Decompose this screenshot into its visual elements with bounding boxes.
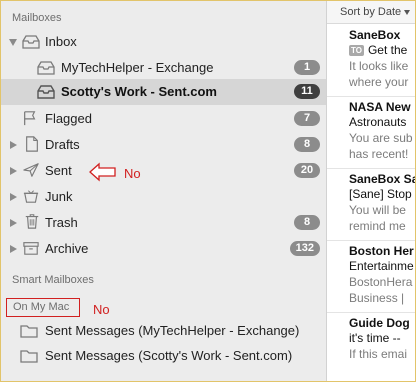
sidebar-item-label: Flagged	[45, 111, 92, 126]
sidebar-item-junk[interactable]: Junk	[1, 184, 326, 210]
document-icon	[26, 136, 38, 152]
flag-icon	[24, 111, 36, 126]
message-preview: BostonHera	[349, 275, 413, 289]
message-item[interactable]: SaneBox TO Get the It looks like where yo…	[327, 24, 415, 97]
count-badge: 7	[294, 111, 320, 126]
count-badge: 8	[294, 137, 320, 152]
inbox-tray-icon	[22, 35, 40, 49]
count-badge: 132	[289, 241, 320, 256]
sort-by-date-button[interactable]: Sort by Date	[327, 1, 415, 24]
sort-label: Sort by Date	[340, 6, 402, 18]
sidebar-item-trash[interactable]: Trash 8	[1, 210, 326, 236]
message-item[interactable]: NASA New Astronauts You are sub has rece…	[327, 96, 415, 169]
disclosure-triangle-icon[interactable]	[10, 167, 17, 175]
sidebar-item-label: MyTechHelper - Exchange	[61, 60, 214, 75]
message-sender: Boston Her	[349, 244, 414, 258]
chevron-down-icon	[404, 9, 411, 15]
sidebar-item-flagged[interactable]: Flagged 7	[1, 106, 326, 132]
disclosure-triangle-icon[interactable]	[9, 39, 17, 46]
sidebar-item-label: Junk	[45, 189, 73, 204]
trash-icon	[25, 214, 39, 229]
message-preview: It looks like	[349, 59, 409, 73]
message-item[interactable]: Guide Dog it's time -- If this emai	[327, 312, 415, 381]
mailboxes-header: Mailboxes	[12, 12, 62, 24]
message-sender: Guide Dog	[349, 316, 410, 330]
disclosure-triangle-icon[interactable]	[10, 193, 17, 201]
mail-window: Mailboxes Inbox MyTechHelper - Exchange …	[0, 0, 416, 382]
message-sender: SaneBox	[349, 28, 401, 42]
sidebar-item-archive[interactable]: Archive 132	[1, 236, 326, 262]
message-preview: where your	[349, 75, 409, 89]
message-subject: Astronauts	[349, 115, 407, 129]
unread-count-badge: 11	[294, 84, 320, 99]
mailbox-sidebar: Mailboxes Inbox MyTechHelper - Exchange …	[1, 1, 327, 381]
count-badge: 20	[294, 163, 320, 178]
on-my-mac-annotation-note: No	[93, 302, 110, 317]
sidebar-item-label: Sent	[45, 163, 72, 178]
disclosure-triangle-icon[interactable]	[10, 245, 17, 253]
folder-icon	[20, 350, 38, 363]
message-sender: NASA New	[349, 100, 411, 114]
message-sender: SaneBox Sa	[349, 172, 415, 186]
message-preview: remind me	[349, 219, 406, 233]
sidebar-item-drafts[interactable]: Drafts 8	[1, 132, 326, 158]
inbox-tray-icon	[37, 85, 55, 99]
on-my-mac-header: On My Mac	[6, 298, 80, 317]
disclosure-triangle-icon[interactable]	[10, 141, 17, 149]
sidebar-item-label: Scotty's Work - Sent.com	[61, 84, 217, 99]
count-badge: 8	[294, 215, 320, 230]
unread-count-badge: 1	[294, 60, 320, 75]
sidebar-item-inbox-scottys-work[interactable]: Scotty's Work - Sent.com 11	[1, 79, 326, 105]
sidebar-item-label: Archive	[45, 241, 89, 256]
annotation-arrow-icon	[89, 162, 116, 182]
sent-annotation-note: No	[124, 166, 141, 181]
sidebar-item-label: Sent Messages (Scotty's Work - Sent.com)	[45, 348, 293, 363]
message-preview: You are sub	[349, 131, 413, 145]
sidebar-item-label: Drafts	[45, 137, 80, 152]
message-subject-line: TO Get the	[349, 43, 407, 57]
sidebar-item-sent[interactable]: Sent 20	[1, 158, 326, 184]
smart-mailboxes-header: Smart Mailboxes	[12, 274, 94, 286]
message-preview: Business |	[349, 291, 405, 305]
message-subject: it's time --	[349, 331, 401, 345]
to-badge: TO	[349, 45, 364, 56]
message-preview: If this emai	[349, 347, 408, 361]
message-item[interactable]: SaneBox Sa [Sane] Stop You will be remin…	[327, 168, 415, 241]
message-subject: Entertainme	[349, 259, 414, 273]
sidebar-item-label: Trash	[45, 215, 78, 230]
archive-box-icon	[23, 242, 39, 255]
message-list: Sort by Date SaneBox TO Get the It looks …	[327, 1, 415, 381]
message-preview: has recent!	[349, 147, 409, 161]
sidebar-item-inbox-mytechhelper[interactable]: MyTechHelper - Exchange 1	[1, 55, 326, 81]
sidebar-item-label: Sent Messages (MyTechHelper - Exchange)	[45, 323, 300, 338]
paper-plane-icon	[23, 163, 39, 177]
junk-bin-icon	[23, 190, 39, 203]
sidebar-item-sent-messages-scottys-work[interactable]: Sent Messages (Scotty's Work - Sent.com)	[1, 343, 326, 369]
sidebar-item-label: Inbox	[45, 34, 77, 49]
message-item[interactable]: Boston Her Entertainme BostonHera Busine…	[327, 240, 415, 313]
sidebar-item-inbox[interactable]: Inbox	[1, 29, 326, 55]
message-subject: [Sane] Stop	[349, 187, 412, 201]
folder-icon	[20, 325, 38, 338]
disclosure-triangle-icon[interactable]	[10, 219, 17, 227]
sidebar-item-sent-messages-mytechhelper[interactable]: Sent Messages (MyTechHelper - Exchange)	[1, 318, 326, 344]
inbox-tray-icon	[37, 61, 55, 75]
message-subject: Get the	[367, 43, 408, 57]
message-preview: You will be	[349, 203, 406, 217]
